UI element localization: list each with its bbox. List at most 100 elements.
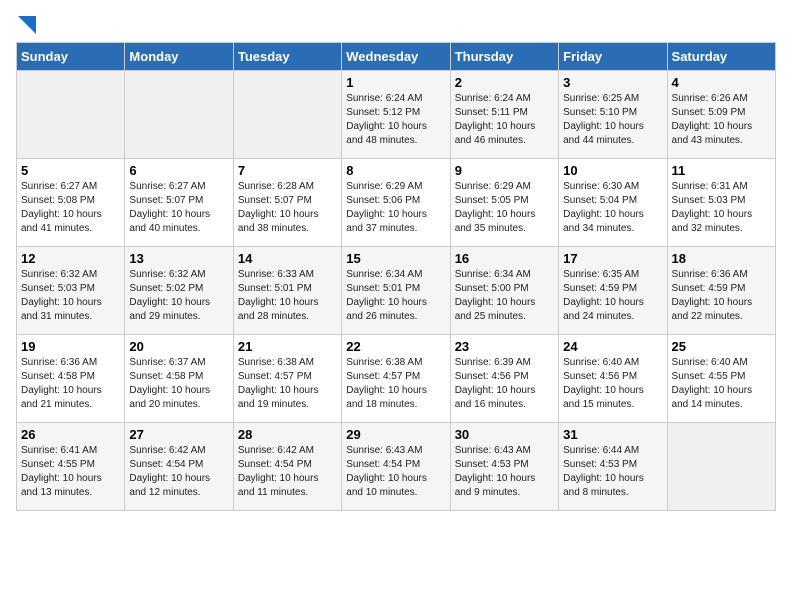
day-number: 8 xyxy=(346,163,445,178)
weekday-header-friday: Friday xyxy=(559,43,667,71)
day-info: Sunrise: 6:33 AMSunset: 5:01 PMDaylight:… xyxy=(238,268,337,324)
day-number: 9 xyxy=(455,163,554,178)
calendar-cell: 4 Sunrise: 6:26 AMSunset: 5:09 PMDaylight… xyxy=(667,71,775,159)
day-info: Sunrise: 6:43 AMSunset: 4:54 PMDaylight:… xyxy=(346,444,445,500)
day-info: Sunrise: 6:42 AMSunset: 4:54 PMDaylight:… xyxy=(238,444,337,500)
page-header xyxy=(16,16,776,34)
calendar-cell: 21 Sunrise: 6:38 AMSunset: 4:57 PMDayligh… xyxy=(233,335,341,423)
day-number: 10 xyxy=(563,163,662,178)
day-info: Sunrise: 6:37 AMSunset: 4:58 PMDaylight:… xyxy=(129,356,228,412)
calendar-cell xyxy=(667,423,775,511)
calendar-cell: 16 Sunrise: 6:34 AMSunset: 5:00 PMDayligh… xyxy=(450,247,558,335)
calendar-cell: 29 Sunrise: 6:43 AMSunset: 4:54 PMDayligh… xyxy=(342,423,450,511)
calendar-cell: 22 Sunrise: 6:38 AMSunset: 4:57 PMDayligh… xyxy=(342,335,450,423)
weekday-header-tuesday: Tuesday xyxy=(233,43,341,71)
calendar-cell: 3 Sunrise: 6:25 AMSunset: 5:10 PMDaylight… xyxy=(559,71,667,159)
day-info: Sunrise: 6:36 AMSunset: 4:58 PMDaylight:… xyxy=(21,356,120,412)
day-info: Sunrise: 6:39 AMSunset: 4:56 PMDaylight:… xyxy=(455,356,554,412)
day-number: 19 xyxy=(21,339,120,354)
day-number: 25 xyxy=(672,339,771,354)
day-number: 26 xyxy=(21,427,120,442)
day-info: Sunrise: 6:31 AMSunset: 5:03 PMDaylight:… xyxy=(672,180,771,236)
day-info: Sunrise: 6:32 AMSunset: 5:02 PMDaylight:… xyxy=(129,268,228,324)
weekday-header-thursday: Thursday xyxy=(450,43,558,71)
day-number: 30 xyxy=(455,427,554,442)
calendar-cell xyxy=(125,71,233,159)
weekday-header-saturday: Saturday xyxy=(667,43,775,71)
day-number: 27 xyxy=(129,427,228,442)
day-number: 1 xyxy=(346,75,445,90)
weekday-header-monday: Monday xyxy=(125,43,233,71)
day-info: Sunrise: 6:42 AMSunset: 4:54 PMDaylight:… xyxy=(129,444,228,500)
day-info: Sunrise: 6:44 AMSunset: 4:53 PMDaylight:… xyxy=(563,444,662,500)
day-info: Sunrise: 6:26 AMSunset: 5:09 PMDaylight:… xyxy=(672,92,771,148)
day-info: Sunrise: 6:38 AMSunset: 4:57 PMDaylight:… xyxy=(346,356,445,412)
day-number: 15 xyxy=(346,251,445,266)
day-number: 2 xyxy=(455,75,554,90)
week-row-4: 19 Sunrise: 6:36 AMSunset: 4:58 PMDayligh… xyxy=(17,335,776,423)
day-info: Sunrise: 6:25 AMSunset: 5:10 PMDaylight:… xyxy=(563,92,662,148)
calendar-cell: 23 Sunrise: 6:39 AMSunset: 4:56 PMDayligh… xyxy=(450,335,558,423)
calendar-cell: 1 Sunrise: 6:24 AMSunset: 5:12 PMDaylight… xyxy=(342,71,450,159)
calendar-cell: 2 Sunrise: 6:24 AMSunset: 5:11 PMDaylight… xyxy=(450,71,558,159)
calendar-cell: 9 Sunrise: 6:29 AMSunset: 5:05 PMDaylight… xyxy=(450,159,558,247)
day-number: 14 xyxy=(238,251,337,266)
day-info: Sunrise: 6:40 AMSunset: 4:56 PMDaylight:… xyxy=(563,356,662,412)
day-number: 11 xyxy=(672,163,771,178)
calendar-cell: 30 Sunrise: 6:43 AMSunset: 4:53 PMDayligh… xyxy=(450,423,558,511)
day-info: Sunrise: 6:29 AMSunset: 5:06 PMDaylight:… xyxy=(346,180,445,236)
calendar-cell: 14 Sunrise: 6:33 AMSunset: 5:01 PMDayligh… xyxy=(233,247,341,335)
day-info: Sunrise: 6:43 AMSunset: 4:53 PMDaylight:… xyxy=(455,444,554,500)
weekday-header-sunday: Sunday xyxy=(17,43,125,71)
day-info: Sunrise: 6:34 AMSunset: 5:01 PMDaylight:… xyxy=(346,268,445,324)
day-number: 3 xyxy=(563,75,662,90)
calendar-cell: 20 Sunrise: 6:37 AMSunset: 4:58 PMDayligh… xyxy=(125,335,233,423)
day-info: Sunrise: 6:24 AMSunset: 5:11 PMDaylight:… xyxy=(455,92,554,148)
day-number: 4 xyxy=(672,75,771,90)
day-info: Sunrise: 6:35 AMSunset: 4:59 PMDaylight:… xyxy=(563,268,662,324)
logo xyxy=(16,16,36,34)
calendar-cell: 31 Sunrise: 6:44 AMSunset: 4:53 PMDayligh… xyxy=(559,423,667,511)
day-info: Sunrise: 6:29 AMSunset: 5:05 PMDaylight:… xyxy=(455,180,554,236)
calendar-cell: 13 Sunrise: 6:32 AMSunset: 5:02 PMDayligh… xyxy=(125,247,233,335)
day-number: 22 xyxy=(346,339,445,354)
day-number: 16 xyxy=(455,251,554,266)
calendar-cell: 6 Sunrise: 6:27 AMSunset: 5:07 PMDaylight… xyxy=(125,159,233,247)
weekday-header-row: SundayMondayTuesdayWednesdayThursdayFrid… xyxy=(17,43,776,71)
day-info: Sunrise: 6:27 AMSunset: 5:08 PMDaylight:… xyxy=(21,180,120,236)
day-info: Sunrise: 6:27 AMSunset: 5:07 PMDaylight:… xyxy=(129,180,228,236)
day-number: 29 xyxy=(346,427,445,442)
calendar-table: SundayMondayTuesdayWednesdayThursdayFrid… xyxy=(16,42,776,511)
calendar-cell: 11 Sunrise: 6:31 AMSunset: 5:03 PMDayligh… xyxy=(667,159,775,247)
calendar-cell: 19 Sunrise: 6:36 AMSunset: 4:58 PMDayligh… xyxy=(17,335,125,423)
logo-arrow-icon xyxy=(18,16,36,34)
day-number: 7 xyxy=(238,163,337,178)
calendar-cell: 8 Sunrise: 6:29 AMSunset: 5:06 PMDaylight… xyxy=(342,159,450,247)
calendar-cell xyxy=(17,71,125,159)
day-info: Sunrise: 6:28 AMSunset: 5:07 PMDaylight:… xyxy=(238,180,337,236)
day-number: 21 xyxy=(238,339,337,354)
day-info: Sunrise: 6:34 AMSunset: 5:00 PMDaylight:… xyxy=(455,268,554,324)
calendar-cell: 17Sunrise: 6:35 AMSunset: 4:59 PMDayligh… xyxy=(559,247,667,335)
day-number: 24 xyxy=(563,339,662,354)
calendar-cell: 27 Sunrise: 6:42 AMSunset: 4:54 PMDayligh… xyxy=(125,423,233,511)
day-info: Sunrise: 6:36 AMSunset: 4:59 PMDaylight:… xyxy=(672,268,771,324)
week-row-3: 12Sunrise: 6:32 AMSunset: 5:03 PMDayligh… xyxy=(17,247,776,335)
day-number: 31 xyxy=(563,427,662,442)
day-number: 12 xyxy=(21,251,120,266)
day-info: Sunrise: 6:38 AMSunset: 4:57 PMDaylight:… xyxy=(238,356,337,412)
calendar-cell: 10Sunrise: 6:30 AMSunset: 5:04 PMDayligh… xyxy=(559,159,667,247)
week-row-5: 26Sunrise: 6:41 AMSunset: 4:55 PMDayligh… xyxy=(17,423,776,511)
day-number: 23 xyxy=(455,339,554,354)
day-info: Sunrise: 6:24 AMSunset: 5:12 PMDaylight:… xyxy=(346,92,445,148)
calendar-cell: 28 Sunrise: 6:42 AMSunset: 4:54 PMDayligh… xyxy=(233,423,341,511)
calendar-cell: 25Sunrise: 6:40 AMSunset: 4:55 PMDayligh… xyxy=(667,335,775,423)
day-number: 6 xyxy=(129,163,228,178)
day-number: 18 xyxy=(672,251,771,266)
day-number: 28 xyxy=(238,427,337,442)
day-number: 13 xyxy=(129,251,228,266)
week-row-1: 1 Sunrise: 6:24 AMSunset: 5:12 PMDaylight… xyxy=(17,71,776,159)
day-number: 5 xyxy=(21,163,120,178)
day-number: 20 xyxy=(129,339,228,354)
calendar-cell: 26Sunrise: 6:41 AMSunset: 4:55 PMDayligh… xyxy=(17,423,125,511)
